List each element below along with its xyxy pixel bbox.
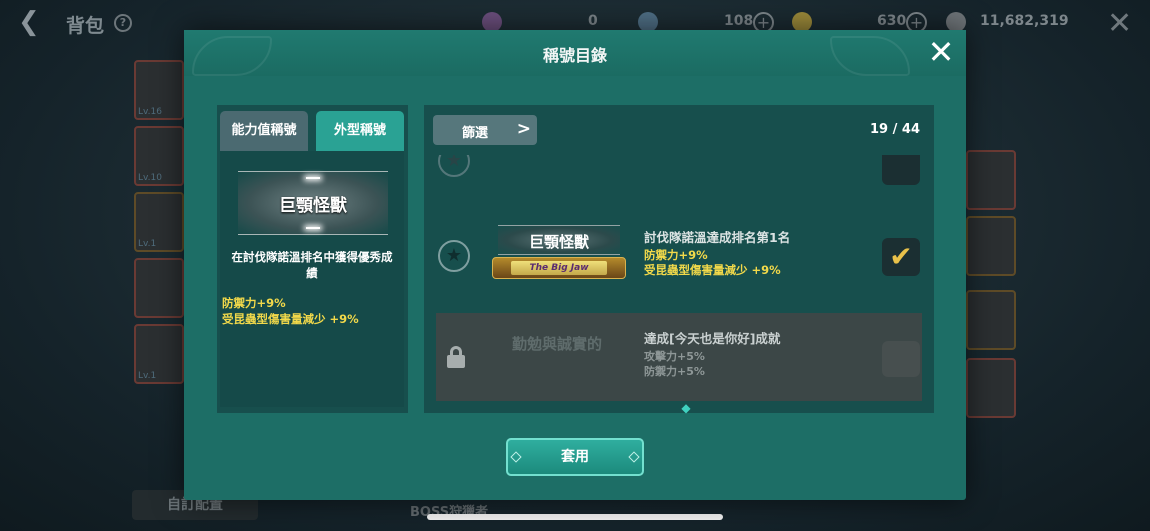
tab-appearance-titles[interactable]: 外型稱號 xyxy=(316,111,404,151)
help-icon[interactable]: ? xyxy=(114,14,132,32)
selected-title-stat: 防禦力+9% xyxy=(222,296,286,310)
inventory-slot[interactable] xyxy=(966,150,1016,210)
apply-label: 套用 xyxy=(561,449,589,465)
title-stat: 防禦力+5% xyxy=(644,365,705,378)
inventory-slot[interactable] xyxy=(966,358,1016,418)
resource-orb-value: 0 xyxy=(588,13,598,29)
dialog-header: 稱號目錄 ✕ xyxy=(184,30,966,76)
title-condition: 討伐隊諾溫達成排名第1名 xyxy=(644,230,791,245)
list-item[interactable]: ★ xyxy=(434,155,924,185)
inventory-slot[interactable] xyxy=(966,216,1016,276)
resource-silver-value: 11,682,319 xyxy=(980,13,1069,29)
title-stat: 攻擊力+5% xyxy=(644,350,705,363)
inventory-slot[interactable]: Lv.10 xyxy=(134,126,184,186)
apply-button[interactable]: 套用 xyxy=(506,438,644,476)
sparkle-icon xyxy=(306,177,320,179)
inventory-slot[interactable]: Lv.16 xyxy=(134,60,184,120)
tab-stat-titles[interactable]: 能力值稱號 xyxy=(220,111,308,151)
close-background-icon[interactable]: ✕ xyxy=(1107,9,1132,39)
lock-icon xyxy=(446,346,466,368)
silver-coin-icon xyxy=(946,12,966,32)
sparkle-icon xyxy=(306,227,320,229)
title-badge: 巨顎怪獸 The Big Jaw xyxy=(484,223,634,287)
title-plate: 巨顎怪獸 xyxy=(238,171,388,235)
title-list[interactable]: ★ ★ 巨顎怪獸 The Big Jaw 討伐隊諾溫達成排名第1名 防禦力+9%… xyxy=(434,155,924,405)
list-item-locked[interactable]: 勤勉與誠實的 達成[今天也是你好]成就 攻擊力+5% 防禦力+5% xyxy=(436,313,922,401)
inventory-slot[interactable]: Lv.1 xyxy=(134,192,184,252)
inventory-slot[interactable] xyxy=(966,290,1016,350)
equip-checkbox[interactable]: ✔ xyxy=(882,238,920,276)
title-count: 19 / 44 xyxy=(870,122,920,137)
title-banner-text: The Big Jaw xyxy=(511,261,607,275)
back-arrow-icon[interactable]: ❮ xyxy=(18,9,42,35)
title-name: 巨顎怪獸 xyxy=(528,233,589,251)
close-icon[interactable]: ✕ xyxy=(926,36,956,68)
gold-coin-icon xyxy=(792,12,812,32)
inventory-slot[interactable]: Lv.1 xyxy=(134,324,184,384)
title-list-panel: 篩選 > 19 / 44 ★ ★ 巨顎怪獸 The Big Jaw 討伐隊諾溫達… xyxy=(424,105,934,415)
list-item[interactable]: ★ 巨顎怪獸 The Big Jaw 討伐隊諾溫達成排名第1名 防禦力+9% 受… xyxy=(434,215,924,295)
filter-button[interactable]: 篩選 > xyxy=(433,115,537,145)
home-indicator[interactable] xyxy=(427,514,723,520)
page-title: 背包 xyxy=(66,15,105,37)
title-catalog-dialog: 稱號目錄 ✕ 能力值稱號 外型稱號 巨顎怪獸 在討伐隊諾溫排名中獲得優秀成績 防… xyxy=(184,30,966,500)
title-banner: The Big Jaw xyxy=(492,257,626,279)
blue-gem-icon xyxy=(638,12,658,32)
selected-title-detail: 巨顎怪獸 在討伐隊諾溫排名中獲得優秀成績 防禦力+9% 受昆蟲型傷害量減少 +9… xyxy=(220,151,404,407)
title-condition: 達成[今天也是你好]成就 xyxy=(644,331,781,346)
selected-title-description: 在討伐隊諾溫排名中獲得優秀成績 xyxy=(231,250,393,280)
resource-gem-value: 108 xyxy=(724,13,754,29)
filter-label: 篩選 xyxy=(461,126,488,141)
star-icon: ★ xyxy=(438,155,470,177)
equip-checkbox[interactable] xyxy=(882,155,920,185)
resource-gold-value: 630 xyxy=(877,13,907,29)
selected-title-name: 巨顎怪獸 xyxy=(279,196,347,216)
selected-title-panel: 能力值稱號 外型稱號 巨顎怪獸 在討伐隊諾溫排名中獲得優秀成績 防禦力+9% 受… xyxy=(217,105,408,413)
star-icon[interactable]: ★ xyxy=(438,240,470,272)
ornament-icon xyxy=(628,451,640,463)
title-stat: 防禦力+9% xyxy=(644,248,708,262)
scroll-down-icon[interactable]: ◆ xyxy=(679,401,693,415)
title-stat: 受昆蟲型傷害量減少 +9% xyxy=(644,263,781,277)
purple-orb-icon xyxy=(482,12,502,32)
equip-checkbox-disabled xyxy=(882,341,920,377)
checkmark-icon: ✔ xyxy=(889,240,913,273)
title-name: 勤勉與誠實的 xyxy=(511,335,602,353)
chevron-right-icon: > xyxy=(516,119,531,139)
inventory-slot[interactable] xyxy=(134,258,184,318)
selected-title-stat: 受昆蟲型傷害量減少 +9% xyxy=(222,312,359,326)
ornament-icon xyxy=(510,451,522,463)
dialog-title: 稱號目錄 xyxy=(542,46,607,65)
